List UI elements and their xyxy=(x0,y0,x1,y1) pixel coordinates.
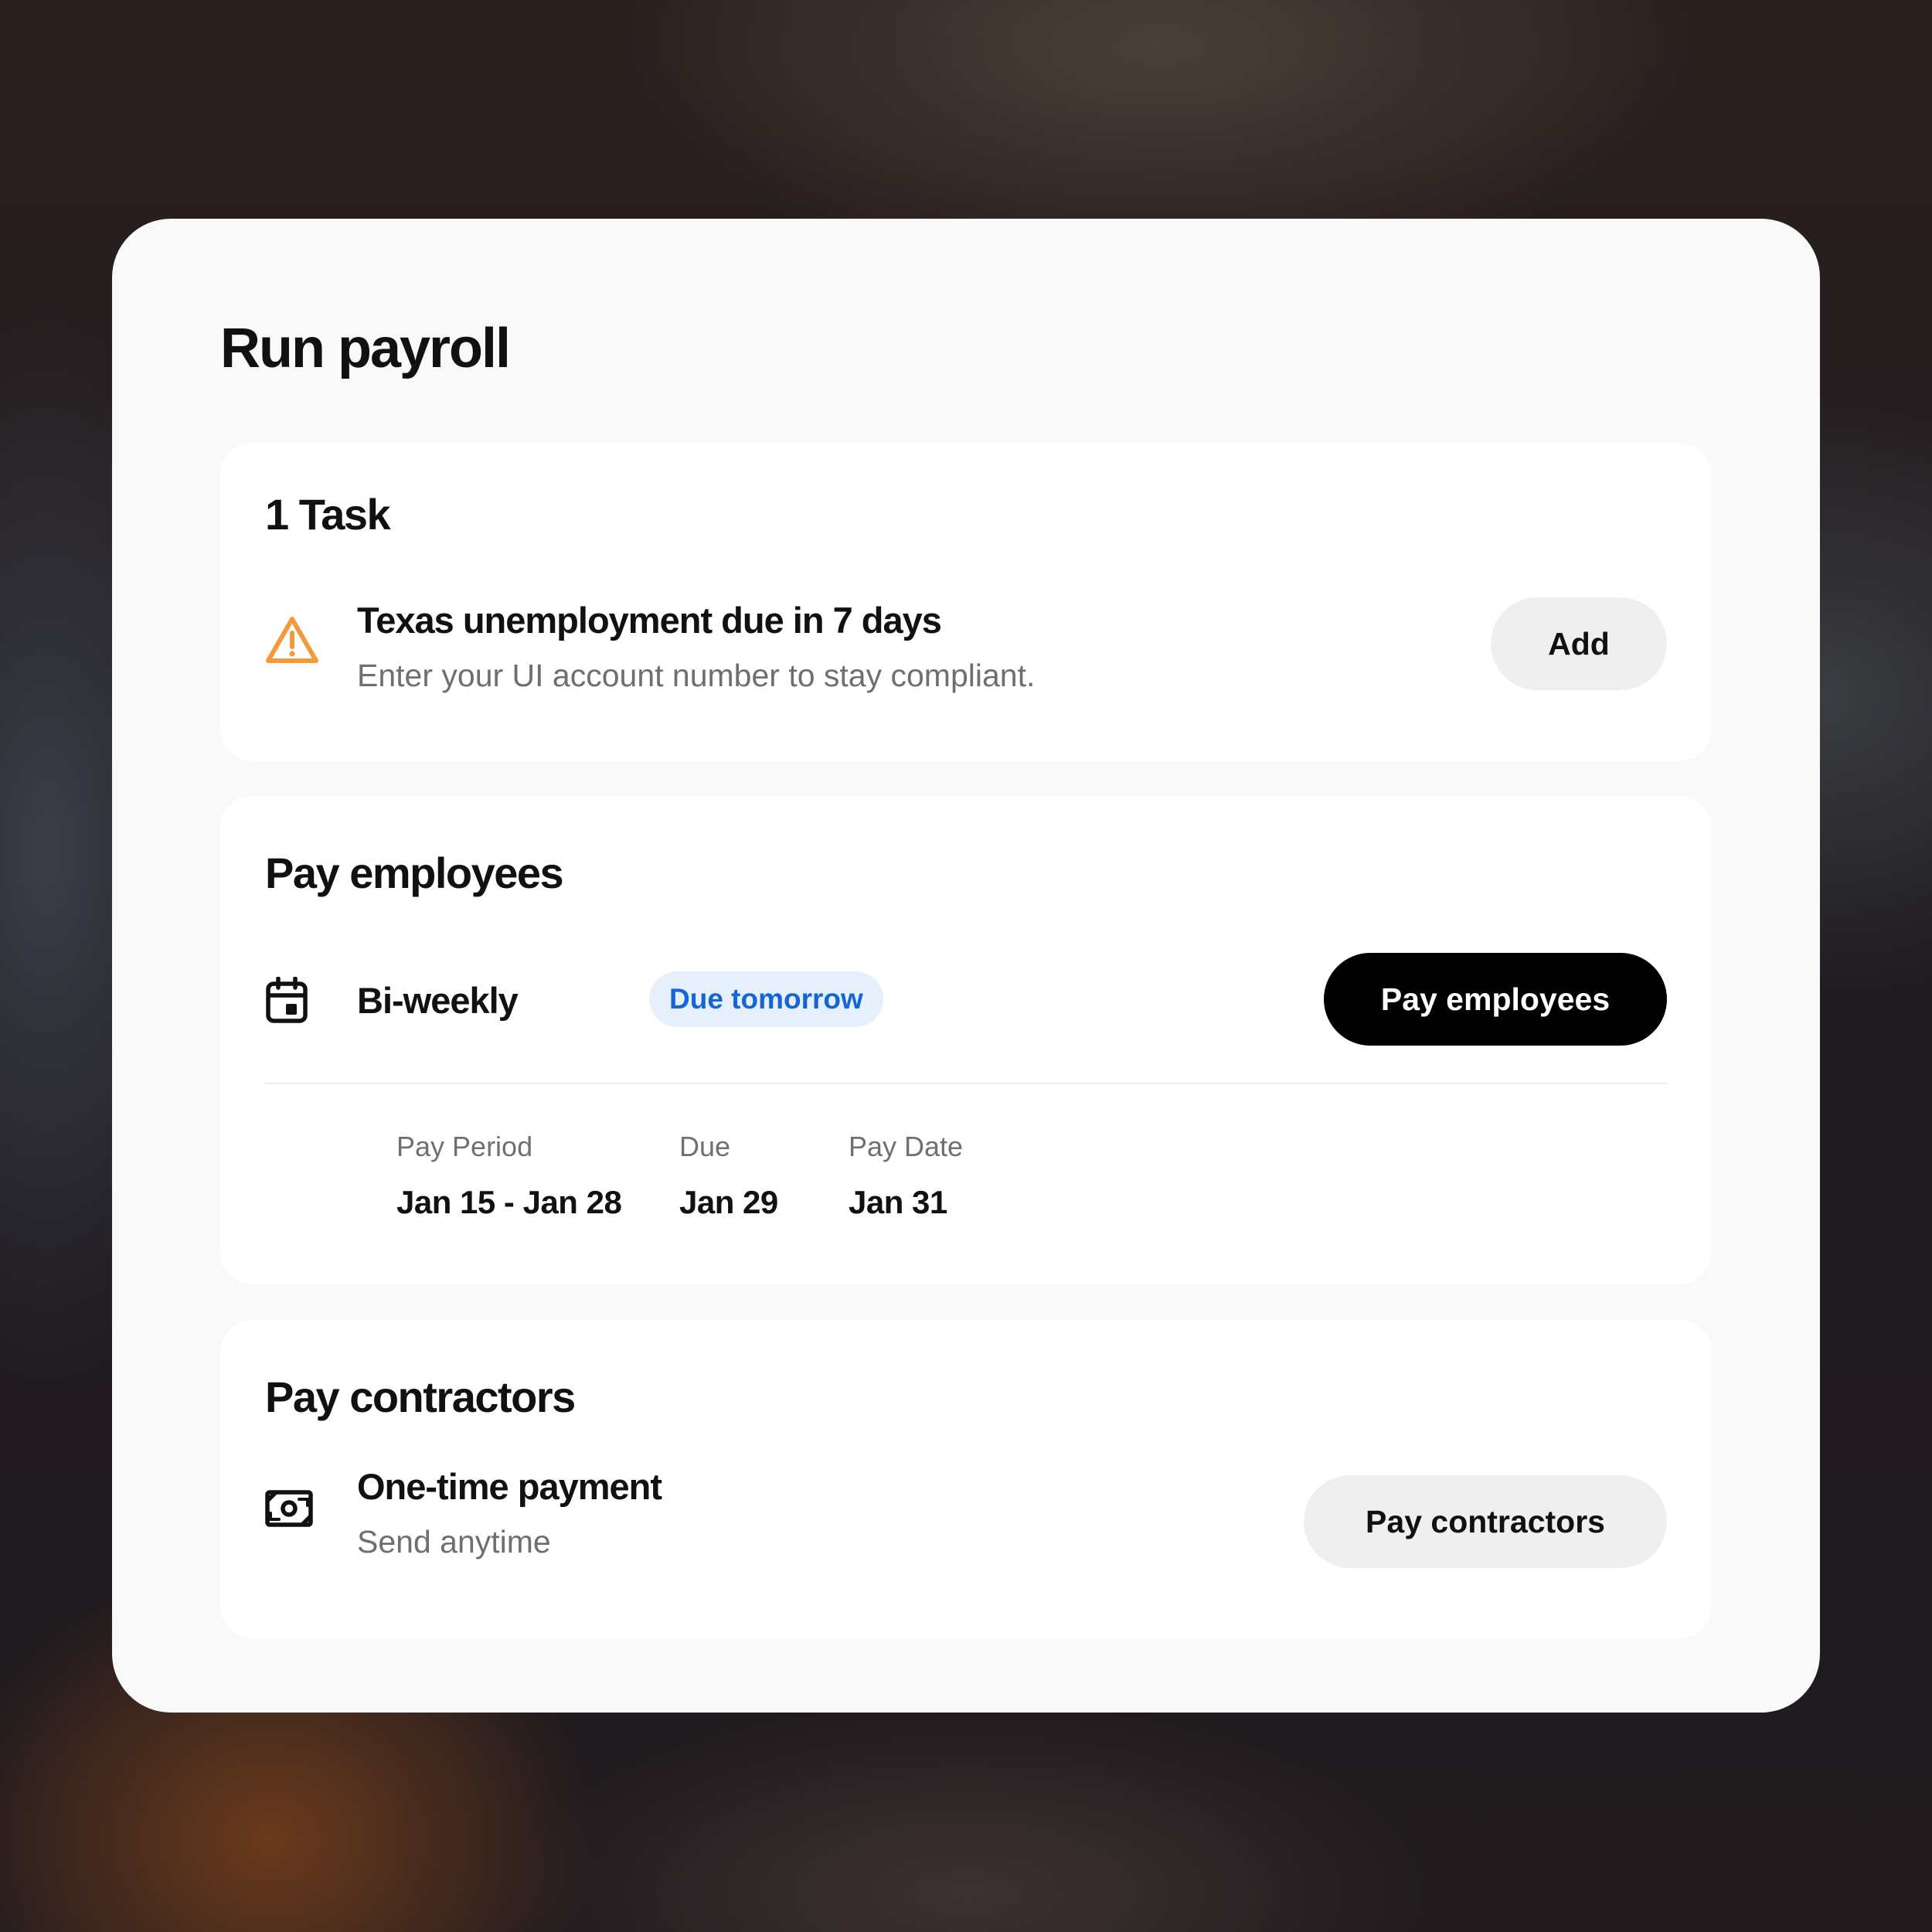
cash-icon xyxy=(265,1490,313,1531)
contractor-payment-title: One-time payment xyxy=(357,1466,662,1507)
pay-date-label: Pay Date xyxy=(849,1131,964,1162)
pay-period-value: Jan 15 - Jan 28 xyxy=(396,1184,622,1220)
pay-employees-button[interactable]: Pay employees xyxy=(1324,953,1667,1046)
warning-triangle-icon xyxy=(265,616,319,668)
run-payroll-modal: Run payroll 1 Task Texas unemployment du… xyxy=(112,219,1820,1713)
task-subtitle: Enter your UI account number to stay com… xyxy=(357,658,1036,693)
pay-employees-title: Pay employees xyxy=(265,849,564,897)
pay-employees-card: Pay employees Bi-weekly Due tomorrow Pay… xyxy=(220,796,1712,1284)
page-title: Run payroll xyxy=(220,318,511,379)
task-card: 1 Task Texas unemployment due in 7 days … xyxy=(220,443,1712,761)
pay-contractors-card: Pay contractors One-time payment Send an… xyxy=(220,1320,1712,1638)
due-status-badge: Due tomorrow xyxy=(649,971,883,1027)
calendar-icon xyxy=(265,976,308,1027)
contractor-payment-subtitle: Send anytime xyxy=(357,1524,551,1560)
task-title: Texas unemployment due in 7 days xyxy=(357,600,942,641)
pay-period-label: Pay Period xyxy=(396,1131,533,1162)
pay-contractors-button[interactable]: Pay contractors xyxy=(1304,1475,1667,1568)
task-card-title: 1 Task xyxy=(265,490,391,539)
pay-schedule-label: Bi-weekly xyxy=(357,980,519,1021)
add-button[interactable]: Add xyxy=(1491,597,1667,690)
pay-date-value: Jan 31 xyxy=(849,1184,947,1220)
due-label: Due xyxy=(679,1131,731,1162)
divider xyxy=(265,1083,1667,1084)
pay-contractors-title: Pay contractors xyxy=(265,1372,576,1421)
due-value: Jan 29 xyxy=(679,1184,778,1220)
